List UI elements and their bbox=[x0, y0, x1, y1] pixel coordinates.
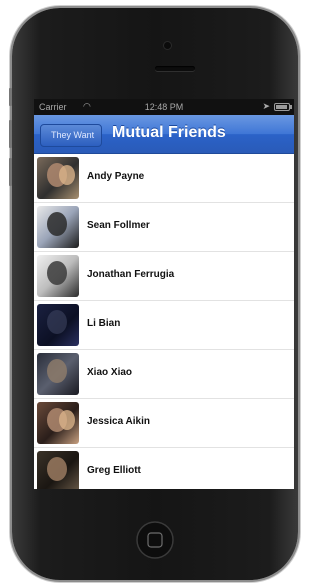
friend-name: Li Bian bbox=[87, 318, 121, 329]
volume-down-button bbox=[9, 158, 12, 186]
avatar bbox=[37, 255, 79, 297]
friend-name: Andy Payne bbox=[87, 171, 145, 182]
list-item[interactable]: Andy Payne bbox=[34, 154, 294, 203]
navigation-bar: They Want Mutual Friends bbox=[34, 115, 294, 154]
list-item[interactable]: Jonathan Ferrugia bbox=[34, 252, 294, 301]
avatar bbox=[37, 206, 79, 248]
battery-icon bbox=[274, 103, 292, 111]
friend-name: Sean Follmer bbox=[87, 220, 150, 231]
friend-name: Jonathan Ferrugia bbox=[87, 269, 175, 280]
avatar bbox=[37, 402, 79, 444]
friend-name: Xiao Xiao bbox=[87, 367, 133, 378]
status-bar: Carrier ◠ 12:48 PM ➤ bbox=[34, 99, 294, 115]
location-arrow-icon: ➤ bbox=[262, 101, 270, 111]
friend-name: Jessica Aikin bbox=[87, 416, 151, 427]
earpiece-speaker bbox=[155, 66, 195, 71]
front-camera-icon bbox=[164, 42, 171, 49]
status-time: 12:48 PM bbox=[144, 102, 184, 112]
avatar bbox=[37, 157, 79, 199]
avatar bbox=[37, 353, 79, 395]
avatar bbox=[37, 304, 79, 346]
list-item[interactable]: Greg Elliott bbox=[34, 448, 294, 489]
list-item[interactable]: Sean Follmer bbox=[34, 203, 294, 252]
page-title: Mutual Friends bbox=[112, 124, 226, 141]
back-button[interactable]: They Want bbox=[40, 124, 103, 147]
mute-switch bbox=[9, 88, 12, 106]
home-button[interactable] bbox=[135, 520, 175, 560]
avatar bbox=[37, 451, 79, 489]
list-item[interactable]: Li Bian bbox=[34, 301, 294, 350]
friend-name: Greg Elliott bbox=[87, 465, 141, 476]
list-item[interactable]: Jessica Aikin bbox=[34, 399, 294, 448]
friends-list: Andy Payne Sean Follmer Jonathan Ferrugi… bbox=[34, 154, 294, 489]
phone-screen: Carrier ◠ 12:48 PM ➤ They Want Mutual Fr… bbox=[34, 99, 294, 489]
volume-up-button bbox=[9, 120, 12, 148]
list-item[interactable]: Xiao Xiao bbox=[34, 350, 294, 399]
